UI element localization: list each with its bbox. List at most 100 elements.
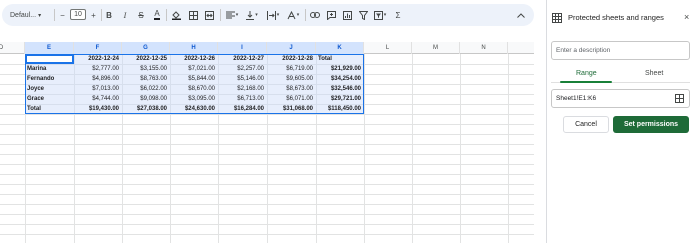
table-cell[interactable]: $4,896.00 <box>74 74 122 84</box>
column-header[interactable]: H <box>170 42 218 54</box>
column-header[interactable] <box>508 42 534 54</box>
column-header[interactable]: G <box>122 42 170 54</box>
table-cell[interactable]: $21,929.00 <box>316 64 364 74</box>
table-cell[interactable]: $32,546.00 <box>316 84 364 94</box>
font-size-value: 10 <box>74 11 82 18</box>
decrease-font-size-button[interactable]: − <box>58 9 67 21</box>
bold-button[interactable]: B <box>104 9 114 21</box>
table-cell[interactable]: $4,744.00 <box>74 94 122 104</box>
table-cell[interactable]: $3,155.00 <box>122 64 170 74</box>
toolbar-divider <box>101 9 102 21</box>
table-cell[interactable]: $6,022.00 <box>122 84 170 94</box>
description-input[interactable]: Enter a description <box>551 41 690 60</box>
range-input[interactable]: Sheet1!E1:K6 <box>551 89 690 108</box>
table-cell[interactable]: $9,605.00 <box>267 74 316 84</box>
table-cell[interactable]: Grace <box>25 94 74 104</box>
text-rotation-button[interactable]: ▾ <box>285 9 301 21</box>
tab-sheet[interactable]: Sheet <box>645 69 663 78</box>
table-cell[interactable]: 2022-12-25 <box>122 54 170 64</box>
table-cell[interactable]: $3,095.00 <box>170 94 218 104</box>
column-header[interactable]: F <box>74 42 122 54</box>
table-cell[interactable] <box>25 54 74 64</box>
insert-chart-button[interactable] <box>341 9 353 21</box>
table-cell[interactable]: Fernando <box>25 74 74 84</box>
table-cell[interactable]: $6,719.00 <box>267 64 316 74</box>
chevron-down-icon: ▾ <box>276 12 280 18</box>
table-cell[interactable]: Total <box>316 54 364 64</box>
table-cell[interactable]: 2022-12-27 <box>218 54 267 64</box>
font-family-select[interactable]: Defaul... ▾ <box>10 9 50 21</box>
table-cell[interactable]: $8,763.00 <box>122 74 170 84</box>
chevron-down-icon: ▾ <box>235 12 239 18</box>
table-cell[interactable]: $19,430.00 <box>74 104 122 114</box>
table-cell[interactable]: $5,844.00 <box>170 74 218 84</box>
select-range-icon[interactable] <box>675 94 684 103</box>
cancel-button[interactable]: Cancel <box>563 116 609 133</box>
table-cell[interactable]: 2022-12-26 <box>170 54 218 64</box>
column-header[interactable]: J <box>267 42 316 54</box>
column-header-row: D E F G H I J K L M N <box>0 42 534 54</box>
comment-icon <box>326 10 336 20</box>
strikethrough-icon: S <box>138 10 144 20</box>
table-cell[interactable]: $8,670.00 <box>170 84 218 94</box>
merge-cells-button[interactable] <box>203 9 215 21</box>
table-cell[interactable]: $8,673.00 <box>267 84 316 94</box>
vertical-align-button[interactable]: ▾ <box>244 9 260 21</box>
increase-font-size-button[interactable]: + <box>89 9 98 21</box>
table-cell[interactable]: Total <box>25 104 74 114</box>
column-header[interactable]: M <box>412 42 460 54</box>
collapse-toolbar-button[interactable] <box>516 9 526 21</box>
borders-button[interactable] <box>187 9 199 21</box>
table-cell[interactable]: $27,038.00 <box>122 104 170 114</box>
table-cell[interactable]: $7,013.00 <box>74 84 122 94</box>
column-header[interactable]: D <box>0 42 25 54</box>
fill-color-button[interactable] <box>170 9 182 21</box>
table-cell[interactable]: $6,071.00 <box>267 94 316 104</box>
table-cell[interactable]: $2,257.00 <box>218 64 267 74</box>
table-cell[interactable]: $29,721.00 <box>316 94 364 104</box>
set-permissions-button[interactable]: Set permissions <box>613 116 689 133</box>
tab-range[interactable]: Range <box>576 69 597 78</box>
table-cell[interactable]: 2022-12-28 <box>267 54 316 64</box>
table-cell[interactable]: Joyce <box>25 84 74 94</box>
table-cell[interactable]: $7,021.00 <box>170 64 218 74</box>
column-header[interactable]: E <box>25 42 74 54</box>
chart-icon <box>342 10 352 20</box>
chevron-down-icon: ▾ <box>296 12 300 18</box>
table-cell[interactable]: $34,254.00 <box>316 74 364 84</box>
toolbar-divider <box>220 9 221 21</box>
insert-link-button[interactable] <box>309 9 321 21</box>
text-rotation-icon <box>287 10 296 19</box>
insert-comment-button[interactable] <box>325 9 337 21</box>
filter-button[interactable] <box>357 9 369 21</box>
table-cell[interactable]: $5,146.00 <box>218 74 267 84</box>
column-header[interactable]: K <box>316 42 364 54</box>
column-header[interactable]: I <box>218 42 267 54</box>
table-cell[interactable]: $2,777.00 <box>74 64 122 74</box>
font-size-input[interactable]: 10 <box>70 9 86 20</box>
strikethrough-button[interactable]: S <box>136 9 146 21</box>
table-cell[interactable]: $2,168.00 <box>218 84 267 94</box>
table-cell[interactable]: $6,713.00 <box>218 94 267 104</box>
panel-title: Protected sheets and ranges <box>568 13 664 22</box>
italic-button[interactable]: I <box>120 9 130 21</box>
filter-views-button[interactable]: ▾ <box>372 9 388 21</box>
table-cell[interactable]: 2022-12-24 <box>74 54 122 64</box>
gridline <box>0 224 534 225</box>
column-header[interactable]: L <box>364 42 412 54</box>
text-wrapping-button[interactable]: ▾ <box>265 9 281 21</box>
text-color-button[interactable]: A <box>152 9 162 21</box>
table-cell[interactable]: Marina <box>25 64 74 74</box>
table-cell[interactable]: $118,450.00 <box>316 104 364 114</box>
gridline <box>0 174 534 175</box>
close-icon[interactable]: × <box>684 12 689 22</box>
spreadsheet-grid[interactable]: D E F G H I J K L M N 2022-12-24 2022-12… <box>0 42 534 243</box>
functions-button[interactable]: Σ <box>393 9 403 21</box>
horizontal-align-button[interactable]: ▾ <box>224 9 240 21</box>
table-cell[interactable]: $16,284.00 <box>218 104 267 114</box>
merge-cells-icon <box>204 10 214 20</box>
table-cell[interactable]: $31,068.00 <box>267 104 316 114</box>
table-cell[interactable]: $24,630.00 <box>170 104 218 114</box>
column-header[interactable]: N <box>460 42 508 54</box>
table-cell[interactable]: $9,098.00 <box>122 94 170 104</box>
